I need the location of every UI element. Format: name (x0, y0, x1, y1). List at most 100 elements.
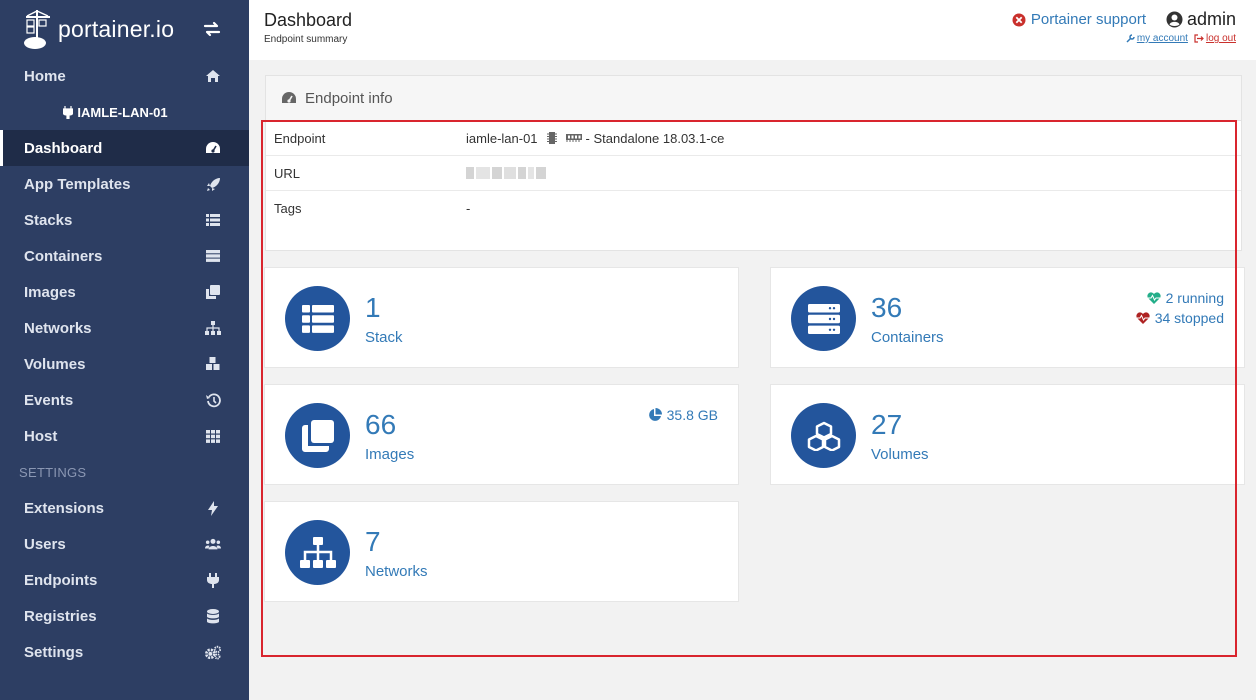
history-icon (205, 392, 221, 408)
sidebar-item-label: Home (24, 67, 66, 85)
stopped-count: 34 stopped (1154, 310, 1224, 326)
th-icon (205, 428, 221, 444)
images-size-line: 35.8 GB (648, 405, 718, 425)
username: admin (1186, 9, 1236, 29)
sidebar-item-extensions[interactable]: Extensions (0, 490, 249, 526)
microchip-icon (546, 132, 557, 144)
sidebar-item-label: Volumes (24, 355, 86, 373)
rocket-icon (205, 176, 221, 192)
sidebar-item-settings[interactable]: Settings (0, 634, 249, 670)
endpoint-name: iamle-lan-01 (466, 130, 538, 146)
tile-icon-circle (285, 403, 350, 468)
sidebar-item-label: Endpoints (24, 571, 98, 589)
stack-tile[interactable]: 1 Stack (264, 267, 739, 368)
sidebar-item-users[interactable]: Users (0, 526, 249, 562)
sidebar-item-host[interactable]: Host (0, 418, 249, 454)
home-icon (205, 68, 221, 84)
sidebar-endpoint-name: IAMLE-LAN-01 (0, 94, 249, 130)
th-list-icon (205, 212, 221, 228)
sidebar-item-endpoints[interactable]: Endpoints (0, 562, 249, 598)
portainer-crane-icon (24, 10, 50, 49)
support-icon (1012, 13, 1026, 26)
sidebar-item-label: App Templates (24, 175, 131, 193)
plug-icon (205, 572, 221, 588)
settings-heading: SETTINGS (19, 464, 87, 480)
tile-icon-circle (285, 520, 350, 585)
th-list-icon (301, 304, 334, 333)
sidebar-item-networks[interactable]: Networks (0, 310, 249, 346)
sidebar-item-dashboard[interactable]: Dashboard (0, 130, 249, 166)
heartbeat-icon (1136, 312, 1150, 324)
log-out-link[interactable]: log out (1194, 33, 1236, 44)
sitemap-icon (205, 320, 221, 336)
plug-icon (63, 105, 74, 119)
sidebar-item-label: Networks (24, 319, 92, 337)
database-icon (205, 608, 221, 624)
account-links: my account log out (1126, 33, 1236, 44)
brand: portainer.io (0, 0, 249, 58)
sidebar-item-label: Images (24, 283, 76, 301)
sidebar-item-volumes[interactable]: Volumes (0, 346, 249, 382)
my-account-label: my account (1136, 33, 1188, 44)
images-size: 35.8 GB (648, 405, 718, 425)
page-subtitle: Endpoint summary (264, 34, 348, 45)
volumes-tile[interactable]: 27 Volumes (770, 384, 1245, 485)
info-row-url: URL (266, 156, 1241, 191)
endpoint-info-widget: Endpoint info Endpoint iamle-lan-01 - St… (265, 75, 1242, 251)
volumes-count: 27 (871, 409, 903, 440)
redacted-url (466, 167, 546, 179)
sidebar-item-containers[interactable]: Containers (0, 238, 249, 274)
portainer-support-link[interactable]: Portainer support (1012, 11, 1146, 28)
exchange-icon[interactable] (203, 20, 221, 38)
sidebar-item-images[interactable]: Images (0, 274, 249, 310)
sidebar: portainer.io Home IAMLE-LAN-01 Dashboard… (0, 0, 249, 700)
sidebar-item-label: Extensions (24, 499, 105, 517)
sidebar-item-label: Dashboard (24, 139, 103, 157)
portainer-logo[interactable]: portainer.io (22, 8, 174, 50)
info-key: URL (274, 165, 301, 181)
info-value: iamle-lan-01 - Standalone 18.03.1-ce (466, 131, 724, 146)
images-size-value: 35.8 GB (666, 407, 718, 423)
containers-tile[interactable]: 36 Containers 2 running 34 stopped (770, 267, 1245, 368)
info-key: Tags (274, 201, 302, 216)
containers-label: Containers (871, 329, 944, 346)
sidebar-item-stacks[interactable]: Stacks (0, 202, 249, 238)
info-row-tags: Tags - (266, 191, 1241, 226)
stack-count: 1 (365, 292, 381, 323)
cubes-icon (807, 421, 840, 451)
bolt-icon (205, 500, 221, 516)
images-tile[interactable]: 66 Images 35.8 GB (264, 384, 739, 485)
user-menu: admin (1166, 9, 1236, 30)
sign-out-icon (1194, 34, 1204, 43)
info-row-endpoint: Endpoint iamle-lan-01 - Standalone 18.03… (266, 121, 1241, 156)
support-label: Portainer support (1030, 11, 1146, 28)
sidebar-item-registries[interactable]: Registries (0, 598, 249, 634)
sidebar-item-app-templates[interactable]: App Templates (0, 166, 249, 202)
widget-title: Endpoint info (305, 89, 393, 107)
info-value: - (466, 201, 471, 216)
containers-count: 36 (871, 292, 903, 323)
my-account-link[interactable]: my account (1126, 33, 1188, 44)
networks-tile[interactable]: 7 Networks (264, 501, 739, 602)
containers-status: 2 running 34 stopped (1136, 288, 1224, 328)
sidebar-item-label: Host (24, 427, 58, 445)
volumes-label: Volumes (871, 446, 929, 463)
sidebar-item-label: Registries (24, 607, 97, 625)
sidebar-item-events[interactable]: Events (0, 382, 249, 418)
tile-icon-circle (791, 403, 856, 468)
heartbeat-icon (1147, 292, 1161, 304)
user-circle-icon (1166, 11, 1183, 28)
memory-icon (565, 134, 582, 142)
sidebar-item-label: Settings (24, 643, 84, 661)
server-icon (205, 248, 221, 264)
clone-icon (205, 284, 221, 300)
info-key: Endpoint (274, 130, 326, 146)
endpoint-label: IAMLE-LAN-01 (77, 104, 168, 120)
sidebar-item-home[interactable]: Home (0, 58, 249, 94)
sitemap-icon (299, 536, 336, 568)
networks-count: 7 (365, 526, 381, 557)
pie-chart-icon (648, 408, 662, 421)
cogs-icon (205, 644, 221, 660)
sidebar-item-label: Containers (24, 247, 103, 265)
stopped-status: 34 stopped (1136, 308, 1224, 328)
